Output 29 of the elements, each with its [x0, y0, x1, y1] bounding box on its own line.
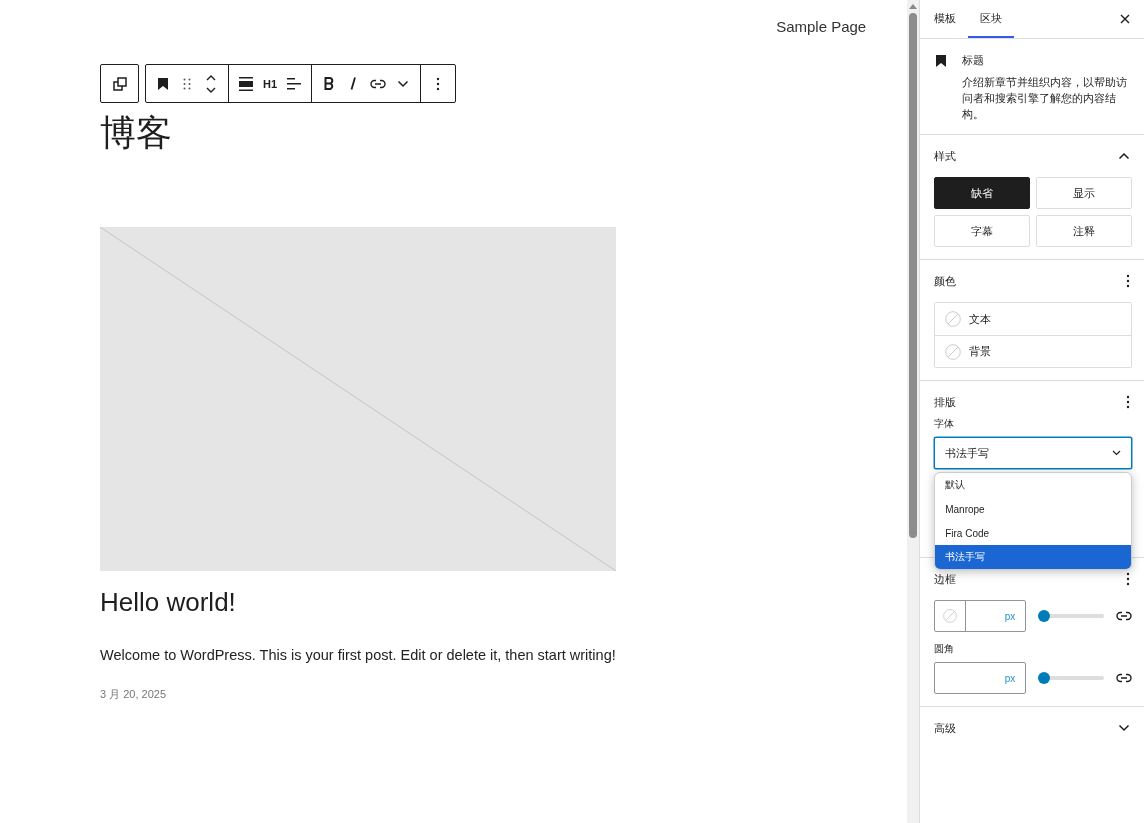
- post-title: Hello world!: [100, 586, 237, 619]
- sidebar-tab[interactable]: 模板: [922, 0, 969, 38]
- style-option[interactable]: 注释: [1036, 215, 1132, 247]
- heading-level-button[interactable]: H1: [259, 68, 282, 99]
- post-date: 3 月 20, 2025: [100, 687, 168, 702]
- site-title: 博客: [100, 111, 173, 155]
- dropdown-option[interactable]: 默认: [935, 473, 1131, 497]
- dropdown-option[interactable]: Manrope: [935, 497, 1131, 521]
- block-description: 介绍新章节并组织内容，以帮助访问者和搜索引擎了解您的内容结构。: [962, 75, 1129, 122]
- border-input[interactable]: px: [934, 600, 1027, 632]
- style-option[interactable]: 缺省: [934, 177, 1031, 209]
- section-title: 高级: [934, 720, 957, 736]
- sidebar-tab[interactable]: 区块: [968, 0, 1015, 38]
- field-label: 字体: [934, 417, 956, 431]
- style-option[interactable]: 字幕: [934, 215, 1031, 247]
- section-title: 边框: [934, 571, 957, 587]
- post-excerpt: Welcome to WordPress. This is your first post. Edit or delete it, then start writing!: [100, 647, 617, 663]
- dropdown-option[interactable]: 书法手写: [935, 545, 1131, 569]
- nav-link[interactable]: Sample Page: [776, 18, 867, 35]
- block-title: 标题: [962, 53, 986, 68]
- color-item[interactable]: 背景: [935, 335, 1131, 367]
- font-select[interactable]: 书法手写: [934, 437, 1132, 469]
- radius-input[interactable]: px: [934, 662, 1027, 694]
- dropdown-option[interactable]: Fira Code: [935, 521, 1131, 545]
- style-option[interactable]: 显示: [1036, 177, 1132, 209]
- section-title: 排版: [934, 394, 957, 410]
- section-title: 颜色: [934, 273, 957, 289]
- section-title: 样式: [934, 148, 957, 164]
- field-label: 圆角: [934, 642, 956, 656]
